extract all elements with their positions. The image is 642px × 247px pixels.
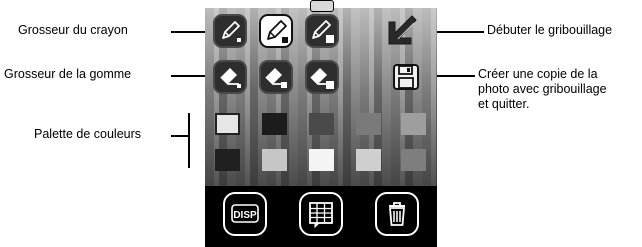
pencil-size-small-button[interactable] <box>213 14 247 48</box>
disp-button[interactable]: DISP <box>223 192 267 236</box>
color-swatch[interactable] <box>401 149 426 171</box>
color-swatch[interactable] <box>356 149 381 171</box>
color-palette-bracket <box>188 113 190 168</box>
eraser-size-medium-button[interactable] <box>259 60 293 94</box>
eraser-size-small-button[interactable] <box>213 60 247 94</box>
color-swatch[interactable] <box>215 149 240 171</box>
color-swatch[interactable] <box>262 149 287 171</box>
color-palette-leader-line <box>171 135 189 137</box>
color-swatch[interactable] <box>309 149 334 171</box>
eraser-size-large-button[interactable] <box>305 60 339 94</box>
pencil-icon <box>222 21 241 42</box>
eraser-size-callout: Grosseur de la gomme <box>4 67 132 81</box>
menu-button[interactable] <box>299 192 343 236</box>
camera-screen: DISP <box>205 8 437 247</box>
save-copy-leader-line <box>433 75 475 77</box>
start-doodle-button[interactable] <box>385 14 421 48</box>
pencil-size-callout: Grosseur du crayon <box>18 23 128 37</box>
color-swatch[interactable] <box>356 113 381 135</box>
save-copy-callout-line1: Créer une copie de la <box>478 67 598 81</box>
save-copy-button[interactable] <box>391 62 421 92</box>
pencil-size-large-button[interactable] <box>305 14 339 48</box>
eraser-icon <box>310 68 334 89</box>
start-doodle-callout: Débuter le gribouillage <box>487 23 613 37</box>
doodle-arrow-icon <box>388 15 417 45</box>
color-swatch[interactable] <box>309 113 334 135</box>
eraser-icon <box>265 68 287 88</box>
color-swatch[interactable] <box>215 113 240 135</box>
eraser-icon <box>220 68 241 88</box>
color-swatch[interactable] <box>401 113 426 135</box>
save-copy-callout-line2: photo avec gribouillage <box>478 82 607 96</box>
floppy-disk-icon <box>393 64 419 90</box>
save-copy-callout-line3: et quitter. <box>478 97 530 111</box>
pencil-icon <box>312 20 334 43</box>
pencil-size-medium-button[interactable] <box>259 14 293 48</box>
pencil-icon <box>267 20 288 43</box>
top-button-nub <box>310 0 334 12</box>
disp-label: DISP <box>233 210 257 221</box>
color-swatch[interactable] <box>262 113 287 135</box>
color-palette-callout: Palette de couleurs <box>34 127 142 141</box>
grid-menu-icon <box>309 202 333 229</box>
trash-icon <box>389 202 405 226</box>
delete-button[interactable] <box>375 192 419 236</box>
start-doodle-leader-line <box>433 31 484 33</box>
disp-icon: DISP <box>231 204 259 223</box>
